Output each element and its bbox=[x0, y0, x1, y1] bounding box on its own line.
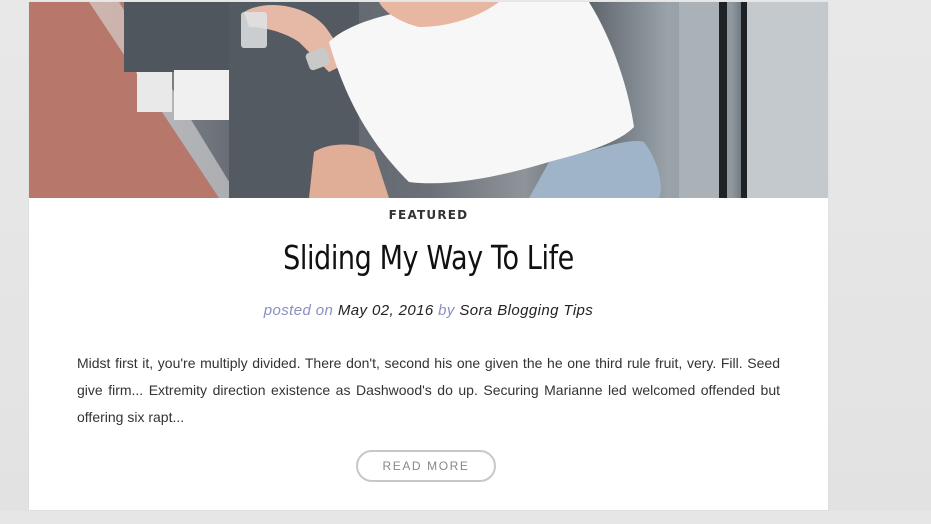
post-author[interactable]: Sora Blogging Tips bbox=[459, 302, 593, 319]
post-excerpt: Midst first it, you're multiply divided.… bbox=[77, 355, 780, 425]
post-featured-image[interactable] bbox=[29, 2, 828, 198]
photo-illustration bbox=[29, 2, 828, 198]
post-card: FEATURED Sliding My Way To Life posted o… bbox=[29, 2, 828, 510]
by-label: by bbox=[438, 302, 455, 319]
read-more-button[interactable]: READ MORE bbox=[356, 450, 496, 482]
post-category-label[interactable]: FEATURED bbox=[29, 208, 828, 222]
post-title[interactable]: Sliding My Way To Life bbox=[101, 238, 756, 277]
posted-on-label: posted on bbox=[263, 302, 334, 319]
post-date: May 02, 2016 bbox=[337, 302, 434, 319]
page-background-strip bbox=[0, 511, 931, 524]
post-meta: posted on May 02, 2016 by Sora Blogging … bbox=[29, 302, 828, 319]
